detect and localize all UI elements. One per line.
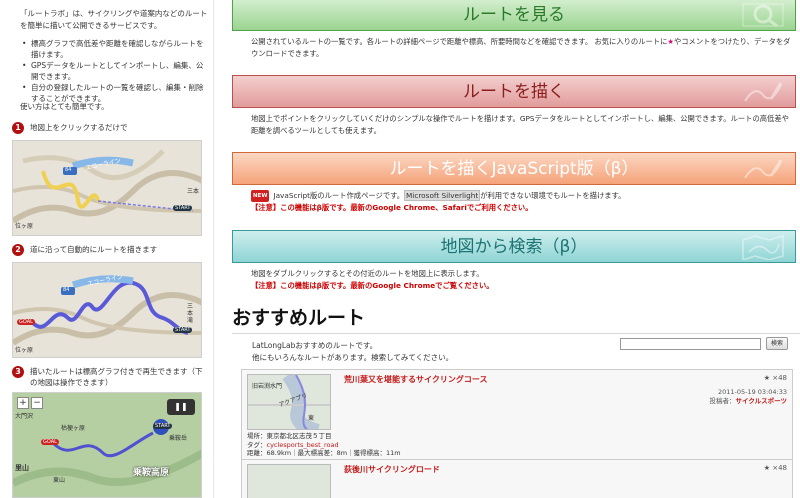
step-number: 3 [12,366,24,378]
route-search-input[interactable] [620,338,761,350]
route-meta: 場所：東京都北区志茂５丁目 タグ：cyclesports_best_road 距… [247,432,401,457]
draw-route-label: ルートを描く [463,82,565,102]
place-label: 里山 [15,464,29,472]
route-place: 場所：東京都北区志茂５丁目 [247,432,332,440]
favorite-count: ★ ×48 [763,374,787,382]
map-search-label: 地図から検索（β） [440,237,588,257]
step-text: 描いたルートは標高グラフ付きで再生できます（下の地図は操作できます） [30,367,203,387]
map-label: 東 [308,415,315,422]
step-text: 地図上をクリックするだけで [30,123,128,132]
usage-text: 使い方はとても簡単です。 [20,102,109,111]
place-label: 三本滝 [187,303,194,324]
place-label: 三本 [187,188,200,195]
step-number: 2 [12,244,24,256]
map-icon [742,235,784,260]
pen-icon [744,82,783,102]
place-label: 東山 [53,477,66,484]
place-label: 乗鞍高原 [133,468,170,478]
route-number-label: 84 [63,287,70,293]
step-2: 2 道に沿って自動的にルートを描きます [12,244,206,256]
goal-marker: GOAL [17,319,35,325]
post-date: 2011-05-19 03:04:33 [717,388,787,396]
map-search-button[interactable]: 地図から検索（β） [232,230,796,263]
recommended-section: LatLongLabおすすめのルートです。 他にもいろんなルートがあります。検索… [232,333,800,498]
sidebar: 「ルートラボ」は、サイクリングや道案内などのルートを簡単に描いて公開できるサービ… [0,0,214,498]
new-badge: NEW [251,190,270,202]
start-marker: START [173,205,193,211]
favorite-count: ★ ×48 [763,464,787,472]
main-content: ルートを見る 公開されているルートの一覧です。各ルートの詳細ページで距離や標高、… [232,0,800,498]
view-routes-button[interactable]: ルートを見る [232,0,796,31]
place-label: 大門沢 [15,413,34,420]
route-thumbnail[interactable]: 旧岩渕水門 アクアプリ 東 [247,374,331,430]
recommended-heading: おすすめルート [232,307,366,329]
sidebar-intro: 「ルートラボ」は、サイクリングや道案内などのルートを簡単に描いて公開できるサービ… [20,9,208,30]
start-marker: START [153,423,173,429]
view-routes-label: ルートを見る [463,5,565,25]
search-button[interactable]: 検索 [766,337,788,350]
example-map-1: 84 エコーライン 三本 位ヶ原 START [12,140,202,236]
step-1: 1 地図上をクリックするだけで [12,122,206,134]
beta-warning: 【注意】この機能はβ版です。最新のGoogle Chromeでご覧ください。 [251,281,494,290]
zoom-in-button[interactable]: + [17,397,29,409]
route-thumbnail[interactable] [247,464,331,498]
play-button[interactable]: ❚❚ [167,399,195,415]
feature-item: 標高グラフで高低差や距離を確認しながらルートを描けます。 [20,38,210,60]
goal-marker: GOAL [41,439,59,445]
feature-list: 標高グラフで高低差や距離を確認しながらルートを描けます。 GPSデータをルートと… [20,38,210,104]
place-label: 乗鞍岳 [169,435,188,442]
beta-warning: 【注意】この機能はβ版です。最新のGoogle Chrome、Safariでご利… [251,203,533,212]
zoom-out-button[interactable]: − [31,397,43,409]
silverlight-highlight: Microsoft Silverlight [404,190,481,201]
view-routes-desc: 公開されているルートの一覧です。各ルートの詳細ページで距離や標高、所要時間などを… [251,37,791,58]
magnifier-icon [742,3,784,28]
draw-route-js-desc: NEW JavaScript版のルート作成ページです。 Microsoft Silv… [251,190,626,212]
pen-icon [744,159,783,179]
map-search-desc: 地図をダブルクリックするとその付近のルートを地図上に表示します。 【注意】この機… [251,269,494,290]
draw-route-button[interactable]: ルートを描く [232,75,796,108]
author-link[interactable]: サイクルスポーツ [735,397,787,405]
route-meta-right: 2011-05-19 03:04:33 投稿者：サイクルスポーツ [709,388,787,405]
draw-route-desc: 地図上でポイントをクリックしていくだけのシンプルな操作でルートを描けます。GPS… [251,114,789,135]
map-label: 旧岩渕水門 [252,383,283,390]
route-number-label: 84 [65,167,72,173]
route-card[interactable]: 荻後川サイクリングロード ★ ×48 [241,459,793,498]
draw-route-js-label: ルートを描くJavaScript版（β） [389,159,639,179]
route-stats: 距離：68.9km｜最大標高差：8m｜獲得標高：11m [247,449,401,457]
interactive-map[interactable]: + − ❚❚ 大門沢 枯梗ヶ原 GOAL 乗鞍岳 東山 乗鞍高原 里山 STAR… [12,392,202,498]
route-title[interactable]: 荒川葉又を堪能するサイクリングコース [344,374,487,385]
route-title[interactable]: 荻後川サイクリングロード [344,464,440,475]
step-text: 道に沿って自動的にルートを描きます [30,245,158,254]
place-label: 位ヶ原 [15,347,34,354]
place-label: 枯梗ヶ原 [61,425,86,432]
route-tag[interactable]: cyclesports_best_road [267,441,339,449]
recommended-intro: LatLongLabおすすめのルートです。 他にもいろんなルートがあります。検索… [252,341,454,362]
step-3: 3 描いたルートは標高グラフ付きで再生できます（下の地図は操作できます） [12,366,206,388]
step-number: 1 [12,122,24,134]
place-label: 位ヶ原 [15,223,34,230]
example-map-2: 84 エコーライン GOAL 三本滝 位ヶ原 START [12,262,202,358]
draw-route-js-button[interactable]: ルートを描くJavaScript版（β） [232,152,796,185]
feature-item: GPSデータをルートとしてインポートし、編集、公開できます。 [20,60,210,82]
start-marker: START [173,327,193,333]
